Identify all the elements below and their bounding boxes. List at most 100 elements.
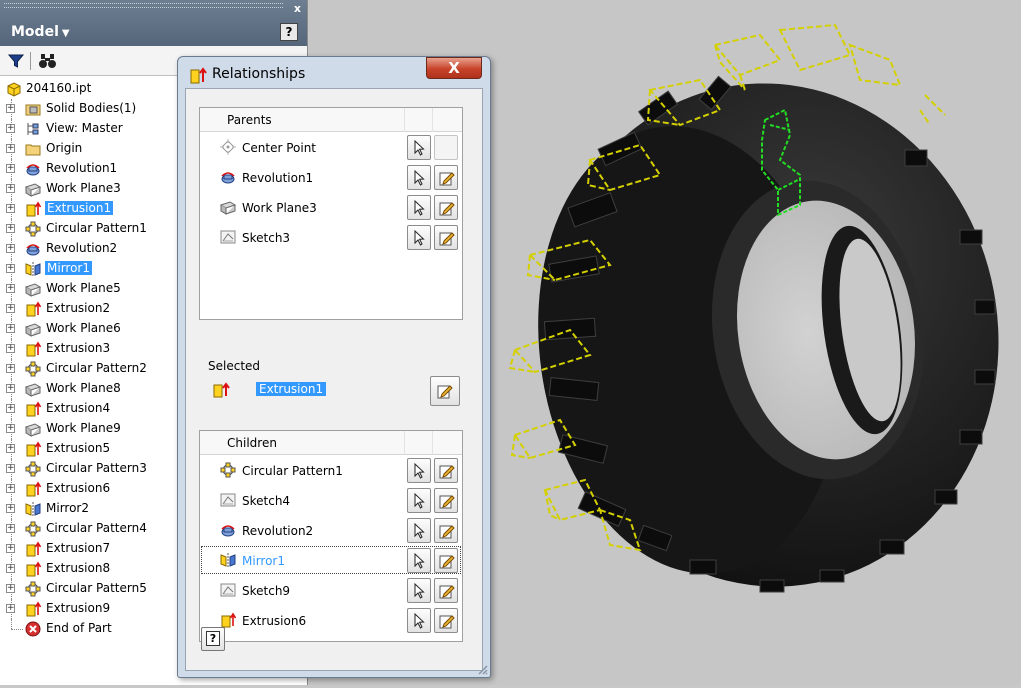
expand-toggle-icon[interactable]: +: [6, 124, 15, 133]
tree-item-extrusion8[interactable]: + Extrusion8: [0, 559, 178, 579]
expand-toggle-icon[interactable]: +: [6, 104, 15, 113]
expand-toggle-icon[interactable]: +: [6, 384, 15, 393]
expand-toggle-icon[interactable]: +: [6, 324, 15, 333]
select-in-graphics-button[interactable]: [407, 548, 431, 573]
select-in-graphics-button[interactable]: [407, 165, 431, 190]
child-row[interactable]: Revolution2: [200, 515, 462, 545]
browser-title-dropdown[interactable]: Model ▼: [11, 24, 70, 40]
expand-toggle-icon[interactable]: +: [6, 204, 15, 213]
parent-row[interactable]: Sketch3: [200, 222, 462, 252]
tree-item-extrusion2[interactable]: + Extrusion2: [0, 299, 178, 319]
parent-row[interactable]: Center Point: [200, 132, 462, 162]
tree-item-revolution2[interactable]: + Revolution2: [0, 239, 178, 259]
select-in-graphics-button[interactable]: [407, 458, 431, 483]
tree-item-extrusion7[interactable]: + Extrusion7: [0, 539, 178, 559]
tree-item-solid-bodies-1[interactable]: + Solid Bodies(1): [0, 99, 178, 119]
browser-close-icon[interactable]: x: [294, 2, 301, 15]
tree-item-mirror2[interactable]: + Mirror2: [0, 499, 178, 519]
select-in-graphics-button[interactable]: [407, 488, 431, 513]
tree-item-extrusion4[interactable]: + Extrusion4: [0, 399, 178, 419]
dialog-help-button[interactable]: ?: [201, 627, 225, 651]
expand-toggle-icon[interactable]: +: [6, 284, 15, 293]
expand-toggle-icon[interactable]: +: [6, 604, 15, 613]
select-in-graphics-button[interactable]: [407, 518, 431, 543]
expand-toggle-icon[interactable]: +: [6, 184, 15, 193]
expand-toggle-icon[interactable]: +: [6, 344, 15, 353]
tree-item-work-plane5[interactable]: + Work Plane5: [0, 279, 178, 299]
expand-toggle-icon[interactable]: +: [6, 144, 15, 153]
select-in-graphics-button[interactable]: [407, 135, 431, 160]
tree-item-label: Circular Pattern5: [46, 581, 147, 595]
extrude-icon: [220, 612, 237, 628]
edit-feature-button[interactable]: [434, 165, 458, 190]
edit-feature-button[interactable]: [434, 195, 458, 220]
tree-item-revolution1[interactable]: + Revolution1: [0, 159, 178, 179]
edit-feature-button[interactable]: [434, 548, 458, 573]
tree-item-origin[interactable]: + Origin: [0, 139, 178, 159]
tree-item-circular-pattern5[interactable]: + Circular Pattern5: [0, 579, 178, 599]
select-in-graphics-button[interactable]: [407, 195, 431, 220]
expand-toggle-icon[interactable]: +: [6, 584, 15, 593]
tree-item-work-plane6[interactable]: + Work Plane6: [0, 319, 178, 339]
edit-feature-button[interactable]: [434, 518, 458, 543]
child-row[interactable]: Mirror1: [200, 545, 462, 575]
tree-item-label: Extrusion7: [46, 541, 111, 555]
drag-grip[interactable]: [4, 3, 283, 8]
tree-item-circular-pattern3[interactable]: + Circular Pattern3: [0, 459, 178, 479]
resize-grip-icon[interactable]: [476, 663, 488, 675]
expand-toggle-icon[interactable]: +: [6, 424, 15, 433]
browser-help-button[interactable]: ?: [280, 23, 298, 41]
child-row[interactable]: Extrusion6: [200, 605, 462, 635]
expand-toggle-icon[interactable]: +: [6, 504, 15, 513]
tree-root[interactable]: 204160.ipt: [0, 79, 178, 99]
parent-row[interactable]: Work Plane3: [200, 192, 462, 222]
tree-item-mirror1[interactable]: + Mirror1: [0, 259, 178, 279]
parent-row[interactable]: Revolution1: [200, 162, 462, 192]
expand-toggle-icon[interactable]: +: [6, 164, 15, 173]
expand-toggle-icon[interactable]: +: [6, 404, 15, 413]
tree-item-work-plane9[interactable]: + Work Plane9: [0, 419, 178, 439]
child-row[interactable]: Sketch4: [200, 485, 462, 515]
expand-toggle-icon[interactable]: +: [6, 244, 15, 253]
tree-item-label: Mirror2: [46, 501, 89, 515]
tree-item-extrusion6[interactable]: + Extrusion6: [0, 479, 178, 499]
expand-toggle-icon[interactable]: +: [6, 524, 15, 533]
expand-toggle-icon[interactable]: +: [6, 464, 15, 473]
tree-item-circular-pattern1[interactable]: + Circular Pattern1: [0, 219, 178, 239]
binoculars-icon[interactable]: [38, 52, 58, 70]
tree-item-work-plane8[interactable]: + Work Plane8: [0, 379, 178, 399]
tree-item-extrusion3[interactable]: + Extrusion3: [0, 339, 178, 359]
expand-toggle-icon[interactable]: +: [6, 224, 15, 233]
child-row[interactable]: Circular Pattern1: [200, 455, 462, 485]
expand-toggle-icon[interactable]: +: [6, 264, 15, 273]
select-in-graphics-button[interactable]: [407, 608, 431, 633]
expand-toggle-icon[interactable]: +: [6, 564, 15, 573]
tree-item-circular-pattern4[interactable]: + Circular Pattern4: [0, 519, 178, 539]
select-in-graphics-button[interactable]: [407, 225, 431, 250]
expand-toggle-icon[interactable]: +: [6, 484, 15, 493]
tree-item-label: Work Plane3: [46, 181, 121, 195]
tree-item-circular-pattern2[interactable]: + Circular Pattern2: [0, 359, 178, 379]
select-in-graphics-button[interactable]: [407, 578, 431, 603]
expand-toggle-icon[interactable]: +: [6, 444, 15, 453]
edit-feature-button[interactable]: [434, 488, 458, 513]
edit-feature-button[interactable]: [434, 458, 458, 483]
tree-item-view-master[interactable]: + View: Master: [0, 119, 178, 139]
tree-item-end-of-part[interactable]: End of Part: [0, 619, 178, 639]
tree-item-work-plane3[interactable]: + Work Plane3: [0, 179, 178, 199]
tree-item-extrusion9[interactable]: + Extrusion9: [0, 599, 178, 619]
edit-selected-button[interactable]: [430, 376, 460, 406]
expand-toggle-icon[interactable]: +: [6, 364, 15, 373]
child-row[interactable]: Sketch9: [200, 575, 462, 605]
extrude-icon: [25, 601, 42, 617]
edit-feature-button[interactable]: [434, 608, 458, 633]
filter-icon[interactable]: [7, 52, 25, 70]
edit-feature-button[interactable]: [434, 578, 458, 603]
edit-feature-button[interactable]: [434, 225, 458, 250]
tree-item-extrusion5[interactable]: + Extrusion5: [0, 439, 178, 459]
expand-toggle-icon[interactable]: +: [6, 304, 15, 313]
tree-item-label: Extrusion2: [46, 301, 111, 315]
tree-item-extrusion1[interactable]: + Extrusion1: [0, 199, 178, 219]
dialog-close-button[interactable]: X: [426, 57, 482, 79]
expand-toggle-icon[interactable]: +: [6, 544, 15, 553]
